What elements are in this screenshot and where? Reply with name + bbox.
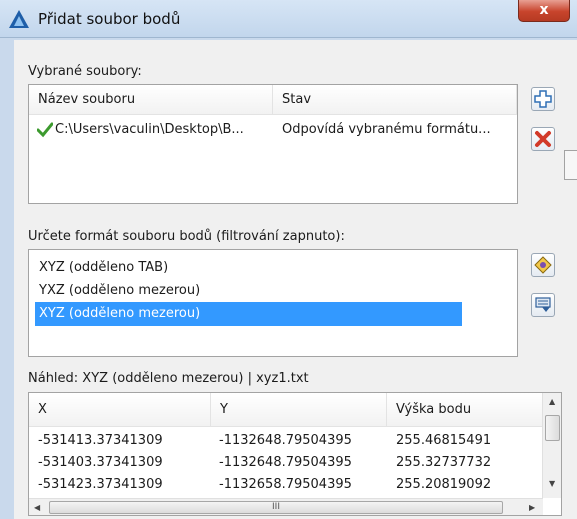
format-list[interactable]: XYZ (odděleno TAB) YXZ (odděleno mezerou… bbox=[28, 249, 518, 357]
table-row[interactable]: -531403.37341309 -1132648.79504395 255.3… bbox=[29, 452, 543, 474]
add-file-icon bbox=[534, 90, 552, 108]
cell-x: -531413.37341309 bbox=[38, 433, 163, 448]
format-item-selected[interactable]: XYZ (odděleno mezerou) bbox=[35, 302, 462, 326]
scroll-up-icon[interactable]: ▲ bbox=[549, 397, 555, 406]
title-bar[interactable]: Přidat soubor bodů bbox=[0, 0, 577, 38]
format-item[interactable]: YXZ (odděleno mezerou) bbox=[35, 279, 200, 303]
table-row[interactable]: -531423.37341309 -1132658.79504395 255.2… bbox=[29, 474, 543, 492]
app-logo-icon bbox=[9, 10, 29, 28]
cell-y: -1132648.79504395 bbox=[219, 433, 352, 448]
column-header-x[interactable]: X bbox=[29, 393, 211, 427]
column-header-height[interactable]: Výška bodu bbox=[387, 393, 543, 427]
column-header-filename[interactable]: Název souboru bbox=[29, 85, 273, 115]
selected-files-label: Vybrané soubory: bbox=[28, 64, 142, 79]
remove-file-button[interactable] bbox=[531, 127, 555, 151]
horizontal-scrollbar[interactable]: ◀ III ▶ bbox=[29, 498, 543, 515]
format-label: Určete formát souboru bodů (filtrování z… bbox=[28, 229, 345, 244]
window-title: Přidat soubor bodů bbox=[38, 10, 181, 28]
horizontal-scroll-thumb[interactable]: III bbox=[49, 501, 503, 514]
add-file-button[interactable] bbox=[531, 87, 555, 111]
file-row[interactable]: C:\Users\vaculin\Desktop\B... Odpovídá v… bbox=[29, 119, 517, 141]
table-row[interactable]: -531413.37341309 -1132648.79504395 255.4… bbox=[29, 430, 543, 452]
cell-height: 255.46815491 bbox=[396, 433, 492, 448]
checkmark-icon bbox=[37, 122, 53, 138]
vertical-scrollbar[interactable]: ▲ ▼ bbox=[542, 393, 561, 498]
column-header-y[interactable]: Y bbox=[211, 393, 387, 427]
preview-table[interactable]: X Y Výška bodu -531413.37341309 -1132648… bbox=[28, 392, 562, 516]
manage-formats-button[interactable] bbox=[531, 253, 555, 277]
preview-label: Náhled: XYZ (odděleno mezerou) | xyz1.tx… bbox=[28, 371, 309, 386]
scroll-left-icon[interactable]: ◀ bbox=[34, 503, 40, 512]
filter-icon bbox=[535, 297, 551, 312]
cell-y: -1132658.79504395 bbox=[219, 477, 352, 492]
cell-x: -531403.37341309 bbox=[38, 455, 163, 470]
cell-x: -531423.37341309 bbox=[38, 477, 163, 492]
cell-y: -1132648.79504395 bbox=[219, 455, 352, 470]
window-edge-fragment bbox=[564, 150, 577, 180]
format-manager-icon bbox=[534, 256, 552, 274]
scroll-down-icon[interactable]: ▼ bbox=[549, 479, 555, 488]
scroll-right-icon[interactable]: ▶ bbox=[529, 503, 535, 512]
column-header-state[interactable]: Stav bbox=[273, 85, 517, 115]
selected-files-list[interactable]: Název souboru Stav C:\Users\vaculin\Desk… bbox=[28, 84, 518, 204]
file-path: C:\Users\vaculin\Desktop\B... bbox=[55, 122, 244, 137]
format-item[interactable]: XYZ (odděleno TAB) bbox=[35, 256, 168, 280]
vertical-scroll-thumb[interactable] bbox=[545, 415, 560, 441]
file-state: Odpovídá vybranému formátu... bbox=[282, 122, 491, 137]
cell-height: 255.32737732 bbox=[396, 455, 492, 470]
remove-file-icon bbox=[535, 131, 551, 147]
close-button[interactable]: x bbox=[518, 0, 570, 22]
cell-height: 255.20819092 bbox=[396, 477, 492, 492]
filter-button[interactable] bbox=[531, 293, 555, 317]
